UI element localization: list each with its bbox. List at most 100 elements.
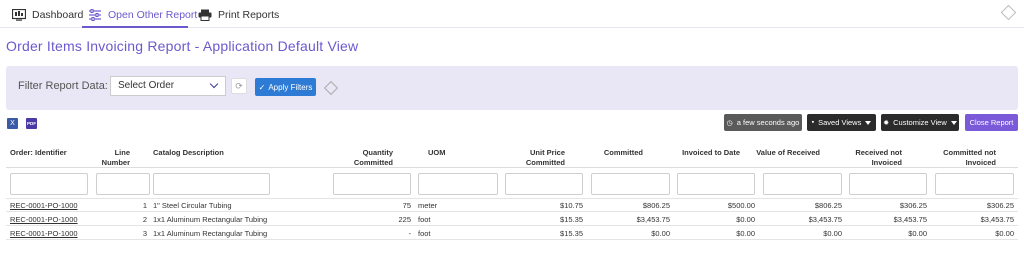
cell-quantity-committed: 75 [402,201,411,210]
gear-icon: ✹ [883,119,890,127]
order-identifier-link[interactable]: REC-0001-PO-1000 [10,215,78,224]
cell-line-number: 3 [142,229,147,238]
col-header-committed-not-invoiced-line1: Committed not [943,148,996,157]
clock-icon: ◷ [726,119,733,127]
refresh-timestamp-label: a few seconds ago [736,118,800,127]
order-identifier-link[interactable]: REC-0001-PO-1000 [10,229,78,238]
nav-print-reports-label: Print Reports [218,9,280,21]
filter-input-value-of-received[interactable] [763,173,842,195]
sliders-icon [88,9,102,21]
filter-input-quantity-committed[interactable] [333,173,411,195]
customize-view-label: Customize View [893,118,947,127]
col-header-received-not-invoiced[interactable]: Received not Invoiced [840,148,902,168]
nav-open-other-report-label: Open Other Report [108,9,198,21]
refresh-icon: ⟳ [235,81,243,91]
cell-unit-price-committed: $15.35 [560,215,583,224]
cell-unit-price-committed: $10.75 [560,201,583,210]
row-divider [6,198,1018,199]
header-divider [6,167,1018,168]
col-header-value-of-received[interactable]: Value of Received [750,148,820,158]
page-title: Order Items Invoicing Report - Applicati… [6,38,359,54]
cell-line-number: 2 [142,215,147,224]
cell-received-not-invoiced: $0.00 [908,229,927,238]
nav-print-reports[interactable]: Print Reports [198,6,279,24]
help-diamond-icon[interactable] [1000,4,1017,21]
filter-input-line-number[interactable] [96,173,150,195]
col-header-order-identifier[interactable]: Order: Identifier [10,148,67,158]
filter-input-order-identifier[interactable] [10,173,88,195]
filter-label: Filter Report Data: [18,80,108,92]
close-report-button[interactable]: Close Report [965,114,1018,131]
filter-input-invoiced-to-date[interactable] [677,173,755,195]
cell-catalog-description: 1x1 Aluminum Rectangular Tubing [153,229,268,238]
cell-committed: $3,453.75 [636,215,670,224]
row-divider [6,225,1018,226]
row-divider [6,239,1018,240]
cell-invoiced-to-date: $500.00 [727,201,755,210]
col-header-invoiced-to-date[interactable]: Invoiced to Date [670,148,740,158]
cell-unit-price-committed: $15.35 [560,229,583,238]
cell-quantity-committed: 225 [398,215,411,224]
cell-invoiced-to-date: $0.00 [736,215,755,224]
printer-icon [198,9,212,21]
cell-value-of-received: $3,453.75 [808,215,842,224]
col-header-unit-price-committed-line1: Unit Price [529,148,565,157]
cell-value-of-received: $0.00 [823,229,842,238]
filter-input-uom[interactable] [418,173,498,195]
cell-committed-not-invoiced: $3,453.75 [980,215,1014,224]
col-header-unit-price-committed[interactable]: Unit Price Committed [520,148,565,168]
cell-catalog-description: 1" Steel Circular Tubing [153,201,232,210]
col-header-committed[interactable]: Committed [590,148,643,158]
filter-input-received-not-invoiced[interactable] [849,173,927,195]
filter-input-catalog-description[interactable] [153,173,270,195]
cell-committed: $806.25 [642,201,670,210]
cell-committed: $0.00 [651,229,670,238]
active-tab-underline [82,26,188,28]
cell-quantity-committed: - [408,229,412,238]
order-identifier-link[interactable]: REC-0001-PO-1000 [10,201,78,210]
cell-uom: foot [418,229,431,238]
order-select-value: Select Order [118,80,175,91]
col-header-quantity-committed[interactable]: Quantity Committed [340,148,393,168]
cell-uom: foot [418,215,431,224]
col-header-line-number-line1: Line [114,148,130,157]
col-header-uom[interactable]: UOM [428,148,446,158]
filter-input-committed[interactable] [591,173,670,195]
cell-invoiced-to-date: $0.00 [736,229,755,238]
refresh-timestamp-button[interactable]: ◷ a few seconds ago [724,114,802,131]
customize-view-button[interactable]: ✹ Customize View [881,114,959,131]
pdf-export-icon[interactable]: PDF [26,118,37,129]
check-icon: ✓ [258,82,266,92]
dashboard-icon [11,8,27,21]
caret-down-icon [950,120,957,125]
apply-filters-label: Apply Filters [268,82,313,92]
saved-views-label: Saved Views [818,118,862,127]
nav-dashboard[interactable]: Dashboard [11,6,84,24]
cell-uom: meter [418,201,438,210]
apply-filters-button[interactable]: ✓ Apply Filters [255,78,316,96]
filter-input-committed-not-invoiced[interactable] [935,173,1014,195]
cell-received-not-invoiced: $306.25 [899,201,927,210]
close-report-label: Close Report [969,118,1014,127]
row-divider [6,211,1018,212]
cell-committed-not-invoiced: $0.00 [995,229,1014,238]
nav-dashboard-label: Dashboard [32,9,84,21]
chevron-down-icon [209,79,219,89]
saved-views-button[interactable]: ▪ Saved Views [807,114,876,131]
cell-catalog-description: 1x1 Aluminum Rectangular Tubing [153,215,268,224]
cell-committed-not-invoiced: $306.25 [986,201,1014,210]
order-select[interactable]: Select Order [110,76,226,96]
nav-open-other-report[interactable]: Open Other Report [88,6,197,24]
col-header-received-not-invoiced-line1: Received not [855,148,902,157]
col-header-catalog-description[interactable]: Catalog Description [153,148,224,158]
reset-filter-button[interactable]: ⟳ [231,78,247,94]
caret-down-icon [865,120,872,125]
list-icon: ▪ [811,119,815,126]
cell-received-not-invoiced: $3,453.75 [893,215,927,224]
col-header-committed-not-invoiced[interactable]: Committed not Invoiced [930,148,996,168]
excel-export-icon[interactable]: X [7,118,18,129]
col-header-line-number[interactable]: Line Number [96,148,130,168]
filter-input-unit-price-committed[interactable] [505,173,583,195]
top-nav: Dashboard Open Other Report Print Report… [0,0,1024,28]
cell-value-of-received: $806.25 [814,201,842,210]
